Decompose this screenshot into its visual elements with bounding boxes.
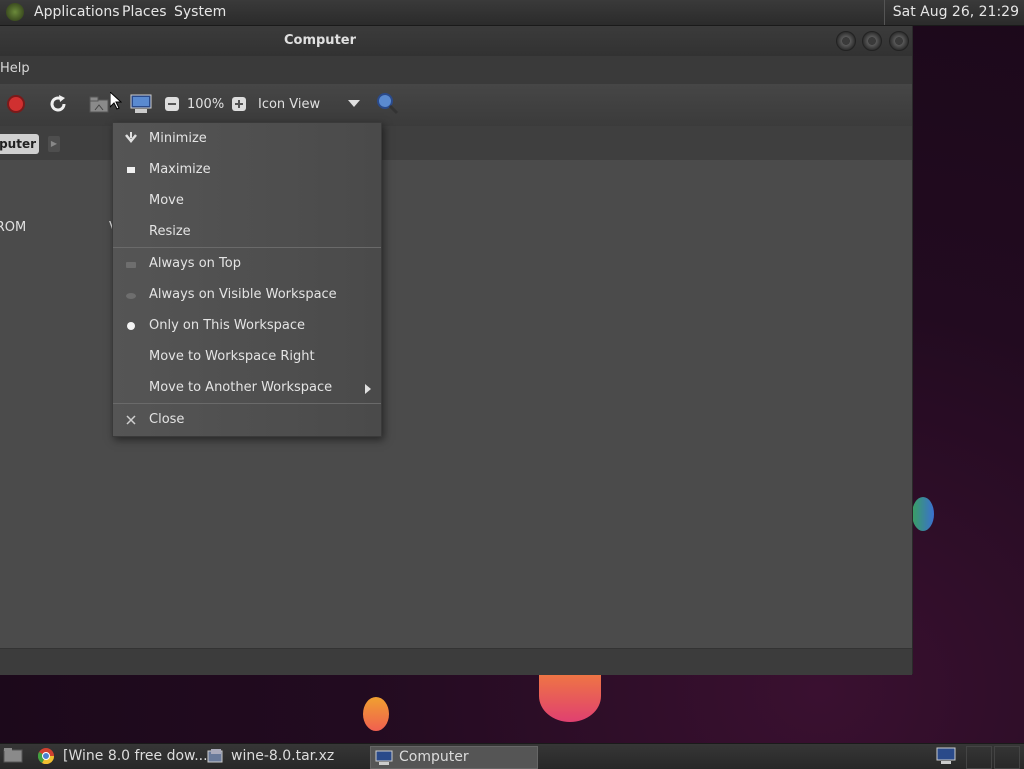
menu-item-workspace-right[interactable]: Move to Workspace Right xyxy=(113,343,381,371)
chevron-down-icon[interactable] xyxy=(348,100,360,108)
file-item-cdrom[interactable]: CD-ROM xyxy=(0,220,26,235)
menu-item-label: Always on Visible Workspace xyxy=(149,287,337,302)
places-menu[interactable]: Places xyxy=(122,0,167,25)
top-panel: Applications Places System Sat Aug 26, 2… xyxy=(0,0,1024,26)
close-window-button[interactable] xyxy=(889,31,909,51)
workspace-2[interactable] xyxy=(994,746,1020,769)
menu-item-label: Move xyxy=(149,193,184,208)
menu-item-label: Always on Top xyxy=(149,256,241,271)
decorative-blob xyxy=(539,670,601,722)
home-icon[interactable] xyxy=(89,94,109,114)
taskbar-item-archive[interactable]: wine-8.0.tar.xz xyxy=(231,746,334,767)
checkbox-icon xyxy=(123,250,139,278)
menu-item-label: Resize xyxy=(149,224,191,239)
menu-item-close[interactable]: Close xyxy=(113,406,381,434)
window-context-menu: Minimize Maximize Move Resize Always on … xyxy=(112,122,382,437)
taskbar-item-computer[interactable]: Computer xyxy=(370,746,538,769)
zoom-level: 100% xyxy=(187,97,225,112)
help-menu[interactable]: Help xyxy=(0,61,30,76)
workspace-1[interactable] xyxy=(966,746,992,769)
path-scroll-right-icon[interactable]: ▶ xyxy=(48,136,60,152)
zoom-in-icon[interactable] xyxy=(231,96,247,112)
decorative-blob xyxy=(363,697,389,731)
window-title: Computer xyxy=(283,33,357,48)
decorative-blob xyxy=(912,497,934,531)
stop-icon[interactable] xyxy=(6,94,26,114)
taskbar-item-browser[interactable]: [Wine 8.0 free dow... xyxy=(63,746,208,767)
menu-item-label: Move to Another Workspace xyxy=(149,380,333,395)
computer-icon[interactable] xyxy=(130,94,152,114)
menu-item-always-visible-workspace[interactable]: Always on Visible Workspace xyxy=(113,281,381,309)
menu-separator xyxy=(113,403,381,404)
toolbar: 100% Icon View xyxy=(0,84,912,127)
path-button-computer[interactable]: Computer xyxy=(0,134,39,154)
maximize-icon xyxy=(123,156,139,184)
menubar: Help xyxy=(0,56,912,84)
archive-icon xyxy=(207,749,223,763)
view-mode-select[interactable]: Icon View xyxy=(258,97,320,112)
menu-item-label: Close xyxy=(149,412,185,427)
maximize-window-button[interactable] xyxy=(862,31,882,51)
menu-item-resize[interactable]: Resize xyxy=(113,218,381,246)
radio-icon xyxy=(123,281,139,309)
computer-icon xyxy=(375,750,393,765)
menu-item-label: Minimize xyxy=(149,131,207,146)
submenu-arrow-icon xyxy=(365,384,371,394)
window-titlebar[interactable]: Computer xyxy=(0,26,912,56)
workspace-switcher-icon[interactable] xyxy=(936,747,956,765)
menu-item-label: Only on This Workspace xyxy=(149,318,305,333)
radio-selected-icon xyxy=(123,312,139,340)
menu-separator xyxy=(113,247,381,248)
menu-item-label: Move to Workspace Right xyxy=(149,349,315,364)
path-button-label: Computer xyxy=(0,137,36,151)
browser-icon xyxy=(38,748,54,764)
applications-menu[interactable]: Applications xyxy=(34,0,120,25)
menu-item-label: Maximize xyxy=(149,162,211,177)
menu-item-only-this-workspace[interactable]: Only on This Workspace xyxy=(113,312,381,340)
menu-item-maximize[interactable]: Maximize xyxy=(113,156,381,184)
menu-item-always-on-top[interactable]: Always on Top xyxy=(113,250,381,278)
distro-logo-icon[interactable] xyxy=(6,3,24,21)
statusbar xyxy=(0,648,912,675)
mouse-cursor-icon xyxy=(110,92,122,110)
minimize-window-button[interactable] xyxy=(836,31,856,51)
menu-item-minimize[interactable]: Minimize xyxy=(113,125,381,153)
close-icon xyxy=(123,406,139,434)
search-icon[interactable] xyxy=(376,92,400,116)
bottom-panel: [Wine 8.0 free dow... wine-8.0.tar.xz Co… xyxy=(0,743,1024,769)
reload-icon[interactable] xyxy=(48,94,68,114)
system-menu[interactable]: System xyxy=(174,0,226,25)
zoom-out-icon[interactable] xyxy=(164,96,180,112)
menu-item-move[interactable]: Move xyxy=(113,187,381,215)
clock[interactable]: Sat Aug 26, 21:29 xyxy=(883,0,1019,25)
menu-item-another-workspace[interactable]: Move to Another Workspace xyxy=(113,374,381,402)
show-desktop-icon[interactable] xyxy=(3,748,23,764)
minimize-icon xyxy=(123,125,139,153)
taskbar-item-label: Computer xyxy=(399,749,469,765)
